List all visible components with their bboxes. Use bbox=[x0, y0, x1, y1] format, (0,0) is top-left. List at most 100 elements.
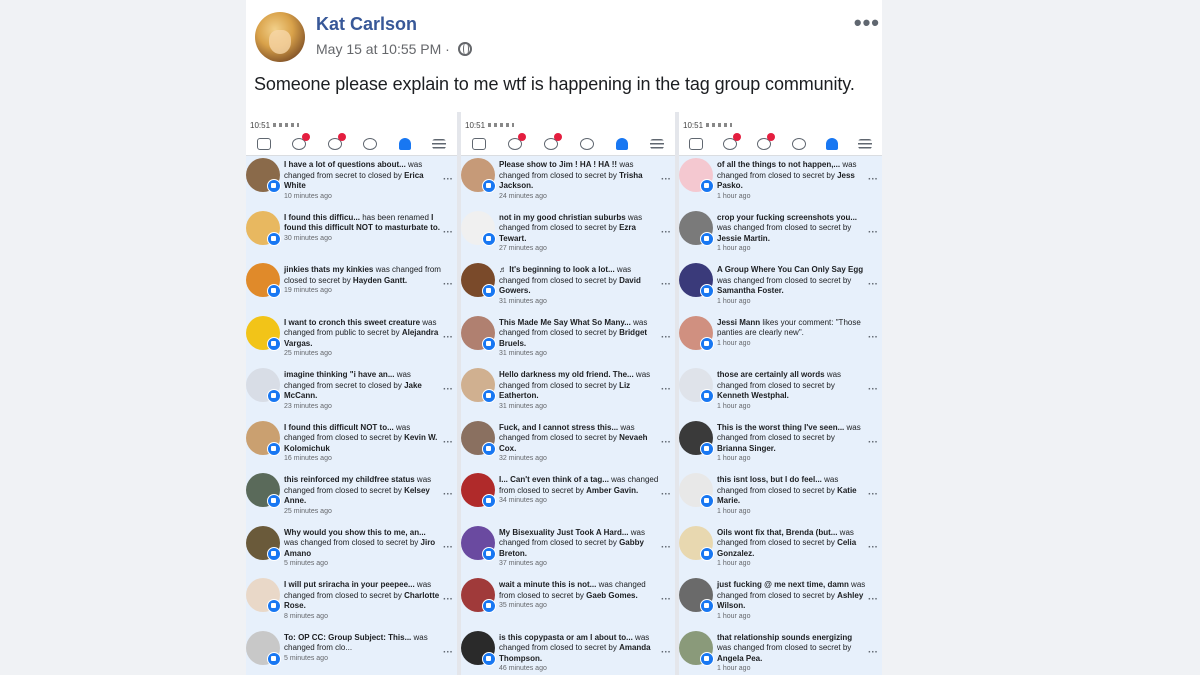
notification-text: those are certainly all words was change… bbox=[717, 370, 866, 402]
messenger-icon[interactable] bbox=[327, 132, 346, 150]
notification-actor: Hayden Gantt. bbox=[352, 275, 408, 285]
group-icon bbox=[482, 651, 496, 666]
notification-title: Oils wont fix that, Brenda (but... bbox=[717, 527, 838, 537]
item-options-button[interactable]: ··· bbox=[443, 437, 453, 448]
item-options-button[interactable]: ··· bbox=[443, 227, 453, 238]
bell-icon[interactable] bbox=[825, 137, 838, 150]
screenshot-collage[interactable]: 10:51 I have a lot of questions about... … bbox=[246, 112, 882, 675]
bell-icon[interactable] bbox=[616, 137, 628, 150]
status-icons bbox=[706, 123, 733, 127]
profile-icon[interactable] bbox=[363, 137, 378, 150]
home-icon[interactable] bbox=[256, 137, 271, 150]
group-icon bbox=[700, 441, 714, 456]
menu-icon[interactable] bbox=[857, 138, 872, 149]
profile-icon[interactable] bbox=[580, 137, 594, 150]
item-options-button[interactable]: ··· bbox=[443, 594, 453, 605]
notification-item[interactable]: just fucking @ me next time, damn was ch… bbox=[679, 576, 882, 629]
item-options-button[interactable]: ··· bbox=[868, 332, 878, 343]
notification-item[interactable]: This is the worst thing I've seen... was… bbox=[679, 419, 882, 472]
item-options-button[interactable]: ··· bbox=[661, 332, 671, 343]
messenger-icon[interactable] bbox=[757, 132, 776, 150]
notification-list: of all the things to not happen,... was … bbox=[679, 156, 882, 675]
notification-text: of all the things to not happen,... was … bbox=[717, 160, 866, 192]
item-options-button[interactable]: ··· bbox=[443, 384, 453, 395]
notification-text: Why would you show this to me, an... was… bbox=[284, 528, 441, 560]
item-options-button[interactable]: ··· bbox=[868, 647, 878, 658]
author-name[interactable]: Kat Carlson bbox=[316, 14, 417, 35]
item-options-button[interactable]: ··· bbox=[868, 174, 878, 185]
post-timestamp[interactable]: May 15 at 10:55 PM · bbox=[316, 41, 450, 57]
notification-item[interactable]: I found this difficult NOT to... was cha… bbox=[246, 419, 457, 472]
item-options-button[interactable]: ··· bbox=[868, 384, 878, 395]
messenger-icon[interactable] bbox=[544, 132, 562, 150]
item-options-button[interactable]: ··· bbox=[443, 332, 453, 343]
notification-item[interactable]: Oils wont fix that, Brenda (but... was c… bbox=[679, 524, 882, 577]
item-options-button[interactable]: ··· bbox=[661, 594, 671, 605]
notification-item[interactable]: Hello darkness my old friend. The... was… bbox=[461, 366, 675, 419]
item-options-button[interactable]: ··· bbox=[661, 489, 671, 500]
notification-item[interactable]: of all the things to not happen,... was … bbox=[679, 156, 882, 209]
item-options-button[interactable]: ··· bbox=[661, 279, 671, 290]
groups-icon[interactable] bbox=[508, 132, 526, 150]
notification-text: I found this difficu... has been renamed… bbox=[284, 213, 441, 234]
notification-item[interactable]: this reinforced my childfree status was … bbox=[246, 471, 457, 524]
notification-item[interactable]: I will put sriracha in your peepee... wa… bbox=[246, 576, 457, 629]
notification-item[interactable]: A Group Where You Can Only Say Egg was c… bbox=[679, 261, 882, 314]
notification-item[interactable]: crop your fucking screenshots you... was… bbox=[679, 209, 882, 262]
notification-item[interactable]: ♬ It's beginning to look a lot... was ch… bbox=[461, 261, 675, 314]
item-options-button[interactable]: ··· bbox=[661, 437, 671, 448]
item-options-button[interactable]: ··· bbox=[868, 489, 878, 500]
notification-title: This is the worst thing I've seen... bbox=[717, 422, 845, 432]
notification-item[interactable]: those are certainly all words was change… bbox=[679, 366, 882, 419]
notification-item[interactable]: Jessi Mann likes your comment: "Those pa… bbox=[679, 314, 882, 367]
item-options-button[interactable]: ··· bbox=[443, 174, 453, 185]
notification-item[interactable]: Why would you show this to me, an... was… bbox=[246, 524, 457, 577]
notification-item[interactable]: jinkies thats my kinkies was changed fro… bbox=[246, 261, 457, 314]
notification-item[interactable]: My Bisexuality Just Took A Hard... was c… bbox=[461, 524, 675, 577]
item-options-button[interactable]: ··· bbox=[661, 647, 671, 658]
notification-title: I found this difficult NOT to... bbox=[284, 422, 394, 432]
groups-icon[interactable] bbox=[723, 132, 742, 150]
notification-item[interactable]: is this copypasta or am I about to... wa… bbox=[461, 629, 675, 675]
notification-item[interactable]: not in my good christian suburbs was cha… bbox=[461, 209, 675, 262]
item-options-button[interactable]: ··· bbox=[868, 542, 878, 553]
item-options-button[interactable]: ··· bbox=[443, 279, 453, 290]
notification-title: jinkies thats my kinkies bbox=[284, 265, 374, 274]
notification-item[interactable]: I... Can't even think of a tag... was ch… bbox=[461, 471, 675, 524]
item-options-button[interactable]: ··· bbox=[443, 542, 453, 553]
item-options-button[interactable]: ··· bbox=[661, 384, 671, 395]
item-options-button[interactable]: ··· bbox=[443, 489, 453, 500]
notification-item[interactable]: Please show to Jim ! HA ! HA !! was chan… bbox=[461, 156, 675, 209]
nav-bar bbox=[679, 132, 882, 156]
item-options-button[interactable]: ··· bbox=[661, 542, 671, 553]
notification-item[interactable]: Fuck, and I cannot stress this... was ch… bbox=[461, 419, 675, 472]
item-options-button[interactable]: ··· bbox=[443, 647, 453, 658]
item-options-button[interactable]: ··· bbox=[868, 279, 878, 290]
menu-icon[interactable] bbox=[650, 138, 664, 149]
group-icon bbox=[700, 231, 714, 246]
notification-item[interactable]: I have a lot of questions about... was c… bbox=[246, 156, 457, 209]
menu-icon[interactable] bbox=[432, 138, 447, 149]
notification-item[interactable]: imagine thinking "i have an... was chang… bbox=[246, 366, 457, 419]
author-avatar[interactable] bbox=[255, 12, 305, 62]
more-options-button[interactable]: ••• bbox=[854, 10, 880, 36]
notification-item[interactable]: I found this difficu... has been renamed… bbox=[246, 209, 457, 262]
notification-title: Why would you show this to me, an... bbox=[284, 527, 426, 537]
groups-icon[interactable] bbox=[292, 132, 311, 150]
item-options-button[interactable]: ··· bbox=[868, 437, 878, 448]
item-options-button[interactable]: ··· bbox=[868, 227, 878, 238]
notification-item[interactable]: that relationship sounds energizing was … bbox=[679, 629, 882, 675]
notification-item[interactable]: wait a minute this is not... was changed… bbox=[461, 576, 675, 629]
item-options-button[interactable]: ··· bbox=[661, 174, 671, 185]
notification-action: was changed from closed to secret by bbox=[717, 275, 852, 285]
notification-item[interactable]: this isnt loss, but I do feel... was cha… bbox=[679, 471, 882, 524]
notification-item[interactable]: I want to cronch this sweet creature was… bbox=[246, 314, 457, 367]
notification-item[interactable]: To: OP CC: Group Subject: This... was ch… bbox=[246, 629, 457, 675]
item-options-button[interactable]: ··· bbox=[661, 227, 671, 238]
profile-icon[interactable] bbox=[791, 137, 806, 150]
home-icon[interactable] bbox=[689, 137, 704, 150]
home-icon[interactable] bbox=[472, 137, 486, 150]
item-options-button[interactable]: ··· bbox=[868, 594, 878, 605]
notification-item[interactable]: This Made Me Say What So Many... was cha… bbox=[461, 314, 675, 367]
bell-icon[interactable] bbox=[398, 137, 411, 150]
